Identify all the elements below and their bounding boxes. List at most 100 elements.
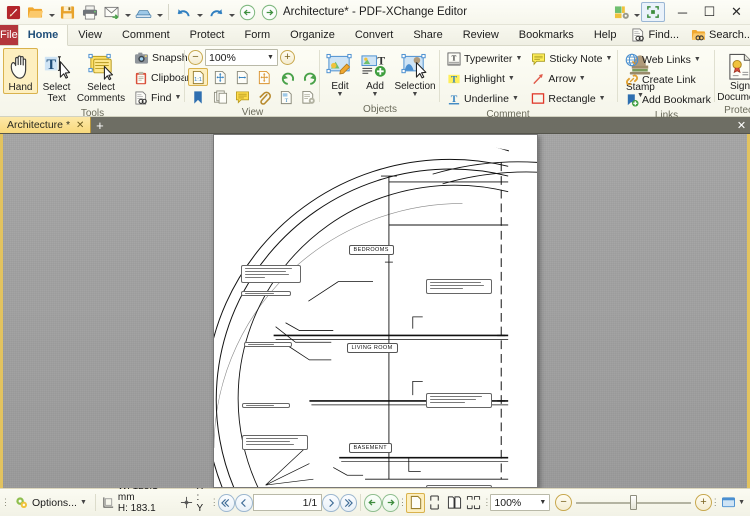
status-grip-5[interactable]: ⋮: [711, 494, 720, 512]
two-page-icon[interactable]: [445, 493, 464, 513]
chevron-down-icon[interactable]: ▼: [536, 495, 549, 510]
arrow-button[interactable]: Arrow ▼: [527, 69, 616, 88]
first-page-button[interactable]: [217, 493, 236, 512]
save-file-button[interactable]: [57, 2, 78, 22]
fit-visible-icon[interactable]: [254, 68, 274, 86]
properties-pane-icon[interactable]: [298, 88, 318, 106]
sign-document-button[interactable]: Sign Document: [717, 50, 750, 104]
rectangle-dropdown-icon[interactable]: ▼: [599, 95, 606, 102]
tab-help[interactable]: Help: [584, 25, 627, 45]
add-dropdown-icon[interactable]: ▼: [372, 91, 379, 98]
chevron-down-icon[interactable]: ▼: [264, 50, 277, 65]
pdf-page[interactable]: BEDROOMS LIVING ROOM BASEMENT: [212, 134, 538, 488]
email-dropdown[interactable]: [123, 2, 132, 22]
continuous-page-icon[interactable]: [425, 493, 444, 513]
bookmark-icon[interactable]: [188, 88, 208, 106]
zoom-level-combo[interactable]: 100% ▼: [205, 49, 278, 66]
zoom-in-button[interactable]: +: [280, 50, 295, 65]
thumbnails-icon[interactable]: [210, 88, 230, 106]
back-button[interactable]: [237, 2, 258, 22]
status-zoom-in-button[interactable]: +: [695, 494, 712, 511]
two-page-continuous-icon[interactable]: [464, 493, 483, 513]
scan-dropdown[interactable]: [155, 2, 164, 22]
comment-pane-icon[interactable]: [232, 88, 252, 106]
previous-page-button[interactable]: [235, 493, 253, 512]
add-bookmark-button[interactable]: Add Bookmark: [621, 90, 715, 109]
options-button[interactable]: Options... ▼: [9, 492, 92, 513]
typewriter-button[interactable]: T Typewriter ▼: [443, 49, 526, 68]
rotate-left-icon[interactable]: [278, 68, 298, 86]
status-grip-2[interactable]: ⋮: [210, 494, 219, 512]
sticky-note-dropdown-icon[interactable]: ▼: [605, 55, 612, 62]
customize-dropdown[interactable]: [632, 2, 641, 22]
fullscreen-icon[interactable]: [641, 2, 665, 22]
status-grip-3[interactable]: ⋮: [398, 494, 407, 512]
tab-view[interactable]: View: [68, 25, 112, 45]
typewriter-dropdown-icon[interactable]: ▼: [515, 55, 522, 62]
last-page-button[interactable]: [339, 493, 358, 512]
edit-object-button[interactable]: Edit ▼: [323, 50, 357, 99]
fit-width-icon[interactable]: [232, 68, 252, 86]
redo-dropdown[interactable]: [227, 2, 236, 22]
app-logo[interactable]: [3, 2, 24, 22]
undo-dropdown[interactable]: [195, 2, 204, 22]
status-zoom-combo[interactable]: 100% ▼: [490, 494, 551, 511]
forward-button[interactable]: [259, 2, 280, 22]
status-grip-4[interactable]: ⋮: [482, 494, 491, 512]
sticky-note-button[interactable]: Sticky Note ▼: [527, 49, 616, 68]
single-page-icon[interactable]: [405, 492, 426, 513]
selection-dropdown-icon[interactable]: ▼: [412, 91, 419, 98]
navigate-back-button[interactable]: [364, 493, 382, 512]
tab-review[interactable]: Review: [453, 25, 509, 45]
tab-organize[interactable]: Organize: [280, 25, 345, 45]
next-page-button[interactable]: [322, 493, 340, 512]
select-text-button[interactable]: T Select Text: [39, 48, 74, 105]
arrow-dropdown-icon[interactable]: ▼: [579, 75, 586, 82]
minimize-button[interactable]: ─: [669, 0, 696, 25]
add-object-button[interactable]: T Add ▼: [358, 50, 392, 99]
close-icon[interactable]: ✕: [74, 120, 86, 131]
highlight-button[interactable]: T Highlight ▼: [443, 69, 526, 88]
redo-button[interactable]: [205, 2, 226, 22]
options-dropdown-icon[interactable]: ▼: [80, 499, 87, 506]
open-file-dropdown[interactable]: [47, 2, 56, 22]
tab-form[interactable]: Form: [235, 25, 281, 45]
select-comments-button[interactable]: Select Comments: [75, 48, 127, 105]
paperclip-icon[interactable]: [254, 88, 274, 106]
highlight-dropdown-icon[interactable]: ▼: [508, 75, 515, 82]
web-links-button[interactable]: Web Links ▼: [621, 50, 715, 69]
actual-size-icon[interactable]: 1:1: [188, 68, 208, 86]
search-button[interactable]: Search...: [686, 26, 750, 44]
email-button[interactable]: [101, 2, 122, 22]
open-file-button[interactable]: [25, 2, 46, 22]
print-button[interactable]: [79, 2, 100, 22]
status-grip-1[interactable]: ⋮: [1, 494, 10, 512]
tab-convert[interactable]: Convert: [345, 25, 404, 45]
web-links-dropdown-icon[interactable]: ▼: [694, 56, 701, 63]
navigate-forward-button[interactable]: [381, 493, 399, 512]
close-all-tabs-button[interactable]: ✕: [733, 117, 750, 133]
status-zoom-out-button[interactable]: −: [555, 494, 572, 511]
close-button[interactable]: ✕: [723, 0, 750, 25]
undo-button[interactable]: [173, 2, 194, 22]
underline-button[interactable]: T Underline ▼: [443, 89, 526, 108]
fit-page-icon[interactable]: [210, 68, 230, 86]
tab-bookmarks[interactable]: Bookmarks: [509, 25, 584, 45]
document-canvas[interactable]: BEDROOMS LIVING ROOM BASEMENT: [0, 134, 750, 488]
tab-share[interactable]: Share: [403, 25, 452, 45]
hand-tool-button[interactable]: Hand: [3, 48, 38, 94]
create-link-button[interactable]: Create Link: [621, 70, 715, 89]
tab-protect[interactable]: Protect: [180, 25, 235, 45]
rectangle-button[interactable]: Rectangle ▼: [527, 89, 616, 108]
customize-ribbon-icon[interactable]: [611, 2, 632, 22]
tab-comment[interactable]: Comment: [112, 25, 180, 45]
zoom-slider-thumb[interactable]: [629, 495, 637, 510]
zoom-slider[interactable]: [572, 494, 695, 512]
content-pane-icon[interactable]: T: [276, 88, 296, 106]
find-dropdown-icon[interactable]: ▼: [174, 94, 181, 101]
page-number-input[interactable]: 1/1: [252, 494, 323, 511]
rotate-right-icon[interactable]: [300, 68, 320, 86]
scan-button[interactable]: [133, 2, 154, 22]
tab-file[interactable]: File: [0, 25, 18, 45]
page-layout-dropdown-icon[interactable]: ▼: [738, 499, 748, 506]
